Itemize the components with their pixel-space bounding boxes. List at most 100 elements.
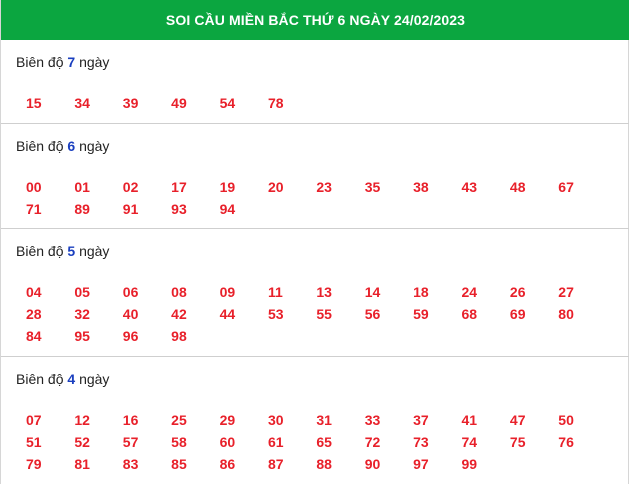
lottery-number: 95 (74, 328, 90, 344)
soi-cau-panel: SOI CẦU MIỀN BẮC THỨ 6 NGÀY 24/02/2023 B… (0, 0, 629, 484)
lottery-number: 90 (364, 456, 381, 472)
lottery-number: 69 (509, 306, 526, 322)
lottery-number: 71 (26, 201, 42, 217)
lottery-number: 00 (26, 179, 42, 195)
lottery-number: 15 (26, 95, 42, 111)
lottery-number: 78 (267, 95, 284, 111)
lottery-number: 94 (219, 201, 236, 217)
lottery-number: 85 (171, 456, 187, 472)
lottery-number: 49 (171, 95, 187, 111)
lottery-number: 43 (461, 179, 478, 195)
lottery-number: 02 (122, 179, 139, 195)
day-count: 4 (67, 371, 76, 387)
lottery-number: 98 (171, 328, 187, 344)
lottery-number: 41 (461, 412, 478, 428)
lottery-number: 19 (219, 179, 236, 195)
lottery-number: 87 (267, 456, 284, 472)
section-label: Biên độ 6 ngày (16, 138, 110, 154)
lottery-number: 14 (364, 284, 381, 300)
lottery-number: 60 (219, 434, 236, 450)
lottery-number: 51 (26, 434, 42, 450)
lottery-number: 20 (267, 179, 284, 195)
lottery-number: 38 (413, 179, 429, 195)
section-bien-do-7: Biên độ 7 ngày 15 34 39 49 54 78 (1, 40, 629, 124)
lottery-number: 34 (74, 95, 90, 111)
lottery-number: 96 (122, 328, 139, 344)
lottery-number: 48 (509, 179, 526, 195)
lottery-number: 37 (413, 412, 429, 428)
lottery-number: 59 (413, 306, 429, 322)
section-bien-do-6: Biên độ 6 ngày 00 01 02 17 19 20 23 35 38 43 48 67 7… (1, 124, 629, 229)
lottery-number: 55 (316, 306, 332, 322)
lottery-number: 39 (122, 95, 139, 111)
lottery-number: 17 (171, 179, 187, 195)
lottery-number: 29 (219, 412, 236, 428)
lottery-number: 47 (509, 412, 526, 428)
lottery-number: 67 (558, 179, 574, 195)
lottery-number: 31 (316, 412, 332, 428)
lottery-number: 93 (171, 201, 187, 217)
lottery-number: 09 (219, 284, 236, 300)
day-count: 7 (67, 54, 76, 70)
lottery-number: 05 (74, 284, 90, 300)
lottery-number: 86 (219, 456, 236, 472)
lottery-number: 12 (74, 412, 90, 428)
lottery-number: 52 (74, 434, 90, 450)
lottery-number: 44 (219, 306, 236, 322)
lottery-number: 74 (461, 434, 478, 450)
section-label: Biên độ 5 ngày (16, 243, 110, 259)
section-label: Biên độ 4 ngày (16, 371, 110, 387)
lottery-number: 79 (26, 456, 42, 472)
lottery-number: 75 (509, 434, 526, 450)
section-bien-do-5: Biên độ 5 ngày 04 05 06 08 09 11 13 14 18 24 26 27 2… (1, 229, 629, 357)
number-list: 04 05 06 08 09 11 13 14 18 24 26 27 28 32 40 42 44 53 55 56… (26, 283, 626, 349)
lottery-number: 99 (461, 456, 478, 472)
lottery-number: 04 (26, 284, 42, 300)
lottery-number: 88 (316, 456, 332, 472)
section-label: Biên độ 7 ngày (16, 54, 110, 70)
lottery-number: 76 (558, 434, 574, 450)
lottery-number: 25 (171, 412, 187, 428)
lottery-number: 61 (267, 434, 284, 450)
lottery-number: 50 (558, 412, 574, 428)
lottery-number: 89 (74, 201, 90, 217)
lottery-number: 23 (316, 179, 332, 195)
lottery-number: 18 (413, 284, 429, 300)
lottery-number: 06 (122, 284, 139, 300)
lottery-number: 83 (122, 456, 139, 472)
lottery-number: 16 (122, 412, 139, 428)
lottery-number: 53 (267, 306, 284, 322)
lottery-number: 30 (267, 412, 284, 428)
lottery-number: 56 (364, 306, 381, 322)
lottery-number: 57 (122, 434, 139, 450)
lottery-number: 65 (316, 434, 332, 450)
day-count: 5 (67, 243, 76, 259)
lottery-number: 80 (558, 306, 574, 322)
number-list: 00 01 02 17 19 20 23 35 38 43 48 67 71 89 91 93 94 (26, 178, 626, 222)
lottery-number: 35 (364, 179, 381, 195)
lottery-number: 01 (74, 179, 90, 195)
lottery-number: 91 (122, 201, 139, 217)
lottery-number: 40 (122, 306, 139, 322)
lottery-number: 11 (267, 284, 283, 300)
lottery-number: 42 (171, 306, 187, 322)
lottery-number: 68 (461, 306, 478, 322)
lottery-number: 72 (364, 434, 381, 450)
lottery-number: 73 (413, 434, 429, 450)
day-count: 6 (67, 138, 76, 154)
number-list: 15 34 39 49 54 78 (26, 94, 626, 116)
lottery-number: 54 (219, 95, 236, 111)
lottery-number: 97 (413, 456, 429, 472)
lottery-number: 58 (171, 434, 187, 450)
lottery-number: 32 (74, 306, 90, 322)
lottery-number: 28 (26, 306, 42, 322)
lottery-number: 13 (316, 284, 332, 300)
lottery-number: 84 (26, 328, 42, 344)
lottery-number: 27 (558, 284, 574, 300)
number-list: 07 12 16 25 29 30 31 33 37 41 47 50 51 52 57 58 60 61 65 72… (26, 411, 626, 477)
lottery-number: 26 (509, 284, 526, 300)
lottery-number: 07 (26, 412, 42, 428)
lottery-number: 24 (461, 284, 478, 300)
page-title: SOI CẦU MIỀN BẮC THỨ 6 NGÀY 24/02/2023 (1, 0, 629, 40)
lottery-number: 08 (171, 284, 187, 300)
